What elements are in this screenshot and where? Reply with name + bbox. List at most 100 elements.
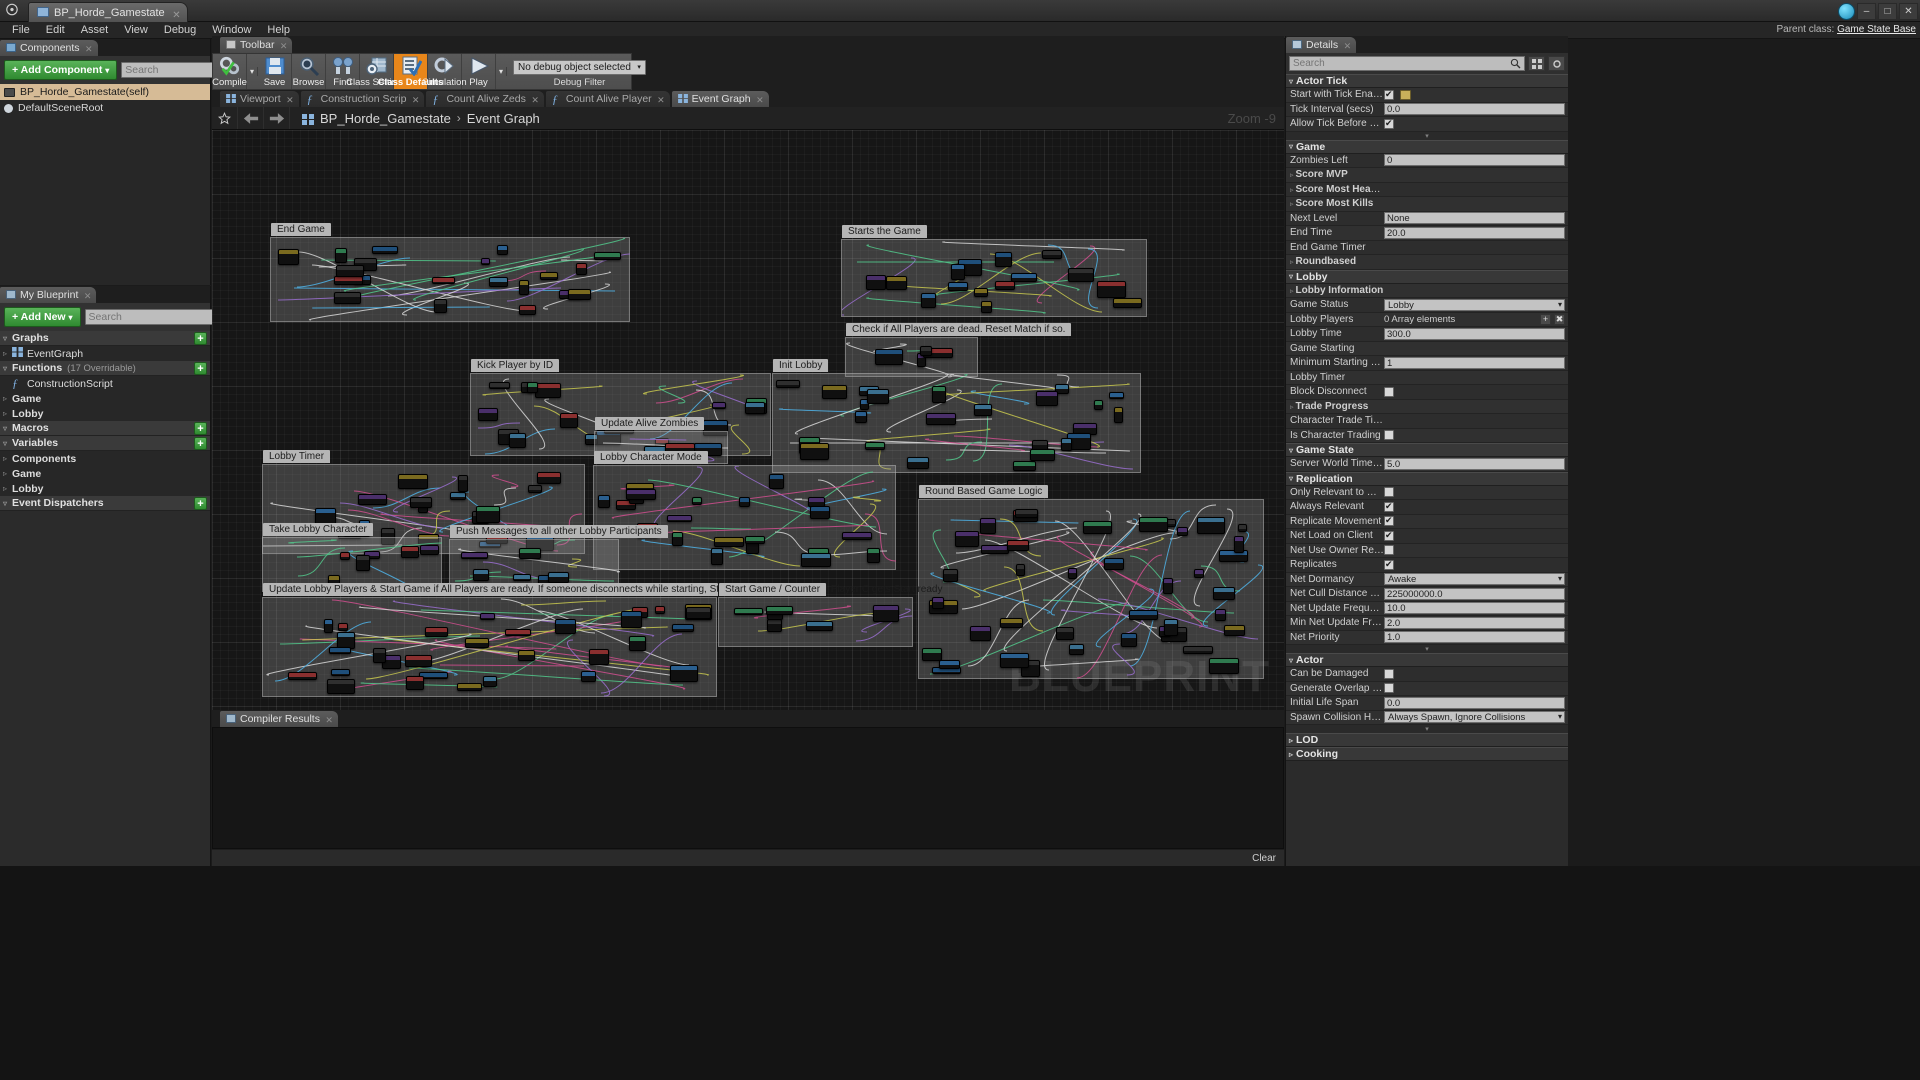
graph-node[interactable] <box>1056 627 1074 640</box>
graph-node[interactable] <box>739 497 750 507</box>
expand-arrow-icon[interactable]: ▹ <box>1289 736 1293 745</box>
property-text-input[interactable]: 10.0 <box>1384 602 1565 614</box>
close-icon[interactable]: ✕ <box>325 712 333 728</box>
expand-arrow-icon[interactable]: ▿ <box>1289 77 1293 86</box>
expand-arrow-icon[interactable]: ▹ <box>3 394 12 403</box>
close-icon[interactable]: ✕ <box>756 92 764 108</box>
graph-node[interactable] <box>505 629 531 636</box>
graph-node[interactable] <box>948 282 968 291</box>
graph-node[interactable] <box>518 650 535 661</box>
graph-node[interactable] <box>489 382 510 389</box>
graph-comment[interactable]: Lobby Character Mode <box>593 465 896 570</box>
tab-count-alive-zeds[interactable]: ƒCount Alive Zeds✕ <box>426 91 543 107</box>
mb-category-variables[interactable]: ▿Variables+ <box>0 436 210 451</box>
component-item[interactable]: DefaultSceneRoot <box>0 100 210 116</box>
property-checkbox[interactable] <box>1384 545 1394 555</box>
property-text-input[interactable]: 0.0 <box>1384 697 1565 709</box>
graph-node[interactable] <box>686 607 711 619</box>
graph-node[interactable] <box>1011 273 1037 282</box>
graph-node[interactable] <box>1213 587 1235 600</box>
graph-node[interactable] <box>714 537 744 547</box>
expand-arrow-icon[interactable]: ▹ <box>1290 201 1294 208</box>
graph-node[interactable] <box>358 494 387 505</box>
graph-node[interactable] <box>513 574 531 581</box>
add-item-button[interactable]: + <box>194 497 207 510</box>
property-checkbox[interactable] <box>1384 430 1394 440</box>
graph-node[interactable] <box>398 474 428 489</box>
property-checkbox[interactable] <box>1384 669 1394 679</box>
favorite-star-icon[interactable] <box>212 107 238 129</box>
graph-node[interactable] <box>331 669 350 676</box>
graph-node[interactable] <box>278 249 299 265</box>
graph-node[interactable] <box>1030 449 1055 461</box>
graph-node[interactable] <box>951 264 965 280</box>
graph-node[interactable] <box>1083 521 1112 534</box>
graph-node[interactable] <box>626 489 656 500</box>
close-icon[interactable]: ✕ <box>84 288 92 304</box>
graph-node[interactable] <box>425 627 448 637</box>
browse-button[interactable]: Browse <box>292 54 326 89</box>
graph-node[interactable] <box>926 413 956 425</box>
tab-toolbar[interactable]: Toolbar ✕ <box>220 37 292 53</box>
graph-node[interactable] <box>478 408 498 421</box>
graph-node[interactable] <box>907 457 929 469</box>
graph-node[interactable] <box>667 515 692 522</box>
property-checkbox[interactable] <box>1384 516 1394 526</box>
graph-node[interactable] <box>1129 610 1158 620</box>
graph-node[interactable] <box>334 292 361 304</box>
graph-node[interactable] <box>519 280 529 295</box>
graph-node[interactable] <box>420 545 439 555</box>
mb-category-functions[interactable]: ▿Functions(17 Overridable)+ <box>0 361 210 376</box>
property-checkbox[interactable] <box>1384 531 1394 541</box>
add-item-button[interactable]: + <box>194 332 207 345</box>
graph-canvas[interactable]: BLUEPRINT End GameStarts the GameCheck i… <box>212 130 1284 710</box>
details-section-actor-tick[interactable]: ▿Actor Tick <box>1286 74 1568 88</box>
mb-category-macros[interactable]: ▿Macros+ <box>0 421 210 436</box>
graph-node[interactable] <box>776 380 800 388</box>
graph-node[interactable] <box>1183 646 1213 654</box>
graph-node[interactable] <box>1234 536 1244 553</box>
graph-node[interactable] <box>334 276 363 285</box>
launch-orb-icon[interactable] <box>1838 3 1855 20</box>
close-icon[interactable]: ✕ <box>412 92 420 108</box>
tab-details[interactable]: Details ✕ <box>1286 37 1356 53</box>
graph-node[interactable] <box>1042 250 1062 259</box>
section-collapse-handle[interactable]: ▾ <box>1286 132 1568 140</box>
graph-node[interactable] <box>461 552 488 559</box>
graph-node[interactable] <box>548 572 569 583</box>
graph-node[interactable] <box>974 288 988 297</box>
property-text-input[interactable]: 0 <box>1384 154 1565 166</box>
graph-node[interactable] <box>356 555 370 571</box>
forward-arrow-icon[interactable] <box>264 107 290 129</box>
graph-node[interactable] <box>1197 517 1225 534</box>
details-section-lod[interactable]: ▹LOD <box>1286 733 1568 747</box>
save-button[interactable]: Save <box>258 54 292 89</box>
graph-node[interactable] <box>670 665 698 682</box>
property-checkbox[interactable] <box>1384 683 1394 693</box>
graph-comment[interactable]: Round Based Game Logic <box>918 499 1264 679</box>
graph-node[interactable] <box>981 301 992 313</box>
expand-arrow-icon[interactable]: ▹ <box>3 469 12 478</box>
graph-node[interactable] <box>981 545 1009 554</box>
expand-arrow-icon[interactable]: ▿ <box>3 499 12 508</box>
graph-node[interactable] <box>1013 461 1036 471</box>
debug-object-combo[interactable]: No debug object selected▾ <box>513 60 646 75</box>
property-checkbox[interactable] <box>1384 487 1394 497</box>
parent-class-link[interactable]: Game State Base <box>1837 24 1916 35</box>
mb-item[interactable]: ▹Game <box>0 391 210 406</box>
graph-node[interactable] <box>336 265 364 277</box>
property-combo[interactable]: Lobby <box>1384 299 1565 311</box>
graph-node[interactable] <box>1215 609 1226 621</box>
graph-node[interactable] <box>806 621 833 631</box>
expand-arrow-icon[interactable]: ▿ <box>1289 474 1293 483</box>
graph-node[interactable] <box>1209 658 1239 674</box>
graph-node[interactable] <box>734 608 763 615</box>
details-search-input[interactable] <box>1293 58 1510 69</box>
graph-node[interactable] <box>555 619 576 634</box>
graph-node[interactable] <box>867 548 880 563</box>
graph-node[interactable] <box>581 671 596 682</box>
graph-node[interactable] <box>568 289 591 300</box>
graph-node[interactable] <box>712 402 726 409</box>
graph-node[interactable] <box>434 299 447 313</box>
graph-comment[interactable]: Starts the Game <box>841 239 1147 317</box>
